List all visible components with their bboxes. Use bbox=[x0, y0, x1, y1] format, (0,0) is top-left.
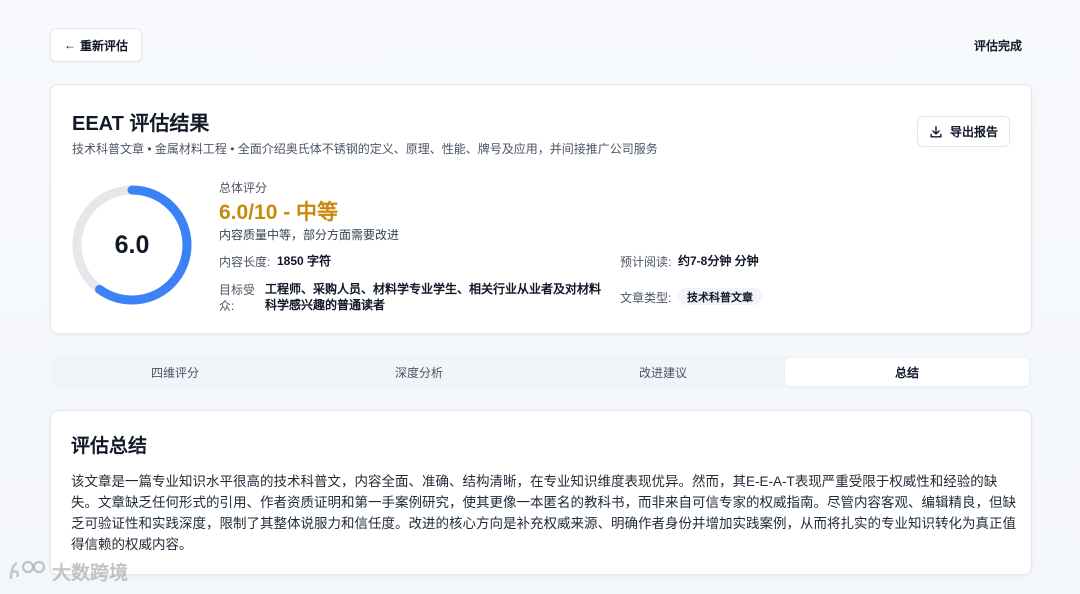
summary-text: 该文章是一篇专业知识水平很高的技术科普文，内容全面、准确、结构清晰，在专业知识维… bbox=[71, 474, 1016, 552]
top-bar: ← 重新评估 评估完成 bbox=[50, 28, 1030, 62]
result-tabs: 四维评分 深度分析 改进建议 总结 bbox=[50, 355, 1032, 389]
arrow-left-icon: ← bbox=[64, 38, 76, 52]
download-icon bbox=[930, 125, 942, 138]
score-description: 内容质量中等，部分方面需要改进 bbox=[219, 228, 400, 242]
watermark: 大数跨境 bbox=[8, 558, 128, 585]
tab-four-dimension-score[interactable]: 四维评分 bbox=[53, 358, 297, 386]
export-report-button[interactable]: 导出报告 bbox=[916, 116, 1010, 147]
gauge-score: 6.0 bbox=[114, 230, 150, 259]
content-length-value: 1850 字符 bbox=[277, 254, 332, 268]
result-card: EEAT 评估结果 技术科普文章 • 金属材料工程 • 全面介绍奥氏体不锈钢的定… bbox=[50, 84, 1032, 334]
article-type-label: 文章类型: bbox=[620, 291, 672, 305]
article-meta: 技术科普文章 • 金属材料工程 • 全面介绍奥氏体不锈钢的定义、原理、性能、牌号… bbox=[72, 142, 658, 156]
target-audience-value-line2: 科学感兴趣的普通读者 bbox=[265, 298, 386, 312]
target-audience-value-line1: 工程师、采购人员、材料学专业学生、相关行业从业者及对材料 bbox=[265, 282, 602, 296]
tab-deep-analysis[interactable]: 深度分析 bbox=[297, 358, 541, 386]
tab-summary[interactable]: 总结 bbox=[785, 358, 1029, 386]
reading-time-value: 约7-8分钟 分钟 bbox=[678, 254, 759, 268]
re-evaluate-button[interactable]: ← 重新评估 bbox=[50, 28, 143, 62]
watermark-logo-icon bbox=[9, 560, 46, 579]
target-audience-label-line2: 众: bbox=[219, 299, 235, 313]
summary-title: 评估总结 bbox=[71, 436, 148, 457]
watermark-text: 大数跨境 bbox=[52, 563, 129, 584]
tab-improvement-suggestions[interactable]: 改进建议 bbox=[541, 358, 785, 386]
target-audience-label-line1: 目标受 bbox=[219, 283, 256, 297]
evaluation-status: 评估完成 bbox=[973, 38, 1022, 53]
overall-score-value: 6.0/10 - 中等 bbox=[219, 201, 339, 224]
article-type-badge: 技术科普文章 bbox=[678, 288, 762, 305]
reading-time-label: 预计阅读: bbox=[620, 255, 672, 269]
summary-card: 评估总结 该文章是一篇专业知识水平很高的技术科普文，内容全面、准确、结构清晰，在… bbox=[50, 410, 1032, 575]
export-report-label: 导出报告 bbox=[949, 125, 998, 139]
re-evaluate-label: 重新评估 bbox=[80, 38, 129, 53]
page-title: EEAT 评估结果 bbox=[72, 113, 210, 135]
content-length-label: 内容长度: bbox=[219, 255, 271, 269]
overall-score-label: 总体评分 bbox=[219, 181, 268, 195]
